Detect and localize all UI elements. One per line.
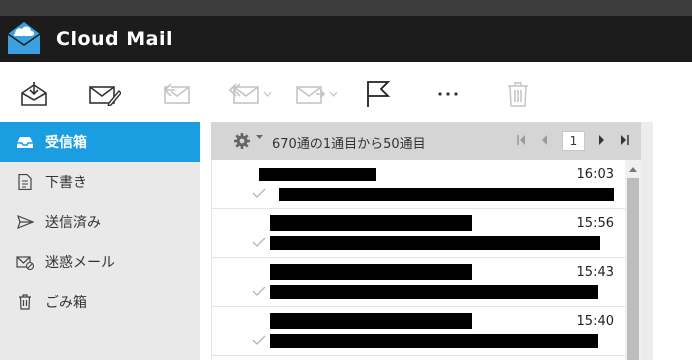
- receive-icon: [21, 82, 47, 106]
- pane-divider[interactable]: [641, 122, 653, 360]
- flag-icon: [367, 81, 391, 107]
- prev-page-icon[interactable]: [541, 135, 548, 145]
- page-number-input[interactable]: 1: [562, 131, 585, 151]
- more-icon: [438, 92, 458, 96]
- toolbar: [0, 62, 692, 122]
- gear-icon[interactable]: [233, 132, 251, 150]
- draft-icon: [18, 174, 32, 190]
- flag-button[interactable]: [365, 80, 391, 108]
- message-count: 670通の1通目から50通目: [272, 137, 426, 152]
- chevron-down-icon: [256, 135, 263, 139]
- reply-all-button[interactable]: [228, 80, 272, 108]
- scrollbar-thumb[interactable]: [627, 178, 639, 360]
- list-scrollbar[interactable]: [625, 160, 641, 360]
- sidebar-item-spam[interactable]: 迷惑メール: [0, 242, 200, 282]
- sidebar-item-drafts[interactable]: 下書き: [0, 162, 200, 202]
- list-item[interactable]: 15:40: [212, 307, 626, 356]
- spam-icon: [16, 256, 34, 270]
- receive-button[interactable]: [20, 80, 48, 108]
- list-item[interactable]: 15:56: [212, 209, 626, 258]
- message-time: 15:56: [576, 216, 614, 231]
- read-check-icon: [252, 237, 266, 247]
- sidebar-item-label: 迷惑メール: [45, 255, 115, 271]
- sidebar-item-label: 送信済み: [45, 215, 101, 231]
- reading-pane: [653, 122, 692, 360]
- trash-icon: [508, 82, 528, 107]
- read-check-icon: [252, 335, 266, 345]
- reply-all-icon: [228, 83, 259, 104]
- message-time: 15:43: [576, 265, 614, 280]
- redacted-subject: [279, 188, 614, 201]
- read-check-icon: [252, 188, 266, 198]
- chevron-down-icon: [329, 91, 338, 97]
- redacted-sender: [270, 313, 472, 329]
- message-time: 15:40: [576, 314, 614, 329]
- last-page-icon[interactable]: [620, 135, 629, 145]
- message-time: 16:03: [576, 167, 614, 182]
- redacted-subject: [270, 285, 598, 299]
- forward-button[interactable]: [296, 80, 338, 108]
- forward-icon: [296, 86, 326, 104]
- scroll-up-icon[interactable]: [629, 166, 637, 172]
- inbox-icon: [17, 137, 33, 148]
- app-header: Cloud Mail: [0, 16, 692, 62]
- cloud-mail-logo: [7, 22, 41, 54]
- redacted-sender: [270, 215, 472, 231]
- list-item[interactable]: 15:43: [212, 258, 626, 307]
- redacted-sender: [259, 168, 376, 181]
- chevron-down-icon: [263, 91, 272, 97]
- sidebar-item-label: ごみ箱: [45, 295, 87, 311]
- delete-button[interactable]: [507, 80, 529, 108]
- sent-icon: [17, 214, 34, 230]
- redacted-subject: [270, 236, 600, 250]
- more-button[interactable]: [437, 80, 459, 108]
- compose-icon: [89, 86, 121, 106]
- reply-icon: [163, 83, 190, 104]
- window-top-strip: [0, 0, 692, 16]
- sidebar-item-inbox[interactable]: 受信箱: [0, 122, 200, 162]
- sidebar-item-sent[interactable]: 送信済み: [0, 202, 200, 242]
- sidebar-item-trash[interactable]: ごみ箱: [0, 282, 200, 322]
- next-page-icon[interactable]: [598, 135, 605, 145]
- sidebar: 受信箱 下書き 送信済み 迷惑メール ごみ箱: [0, 122, 200, 360]
- app-title: Cloud Mail: [56, 28, 174, 50]
- trash-icon: [19, 294, 31, 310]
- sidebar-item-label: 下書き: [45, 175, 87, 191]
- read-check-icon: [252, 286, 266, 296]
- message-rows: 16:03 15:56 15:43 15:40: [211, 160, 626, 360]
- first-page-icon[interactable]: [517, 135, 526, 145]
- message-list: 670通の1通目から50通目 1 16:03 15:56 15:43 15:40: [211, 122, 641, 360]
- reply-button[interactable]: [161, 80, 191, 108]
- redacted-sender: [270, 264, 472, 280]
- compose-button[interactable]: [89, 80, 121, 108]
- list-header-bar: 670通の1通目から50通目 1: [211, 122, 641, 160]
- redacted-subject: [270, 334, 598, 348]
- sidebar-item-label: 受信箱: [45, 135, 87, 151]
- list-item[interactable]: 16:03: [212, 160, 626, 209]
